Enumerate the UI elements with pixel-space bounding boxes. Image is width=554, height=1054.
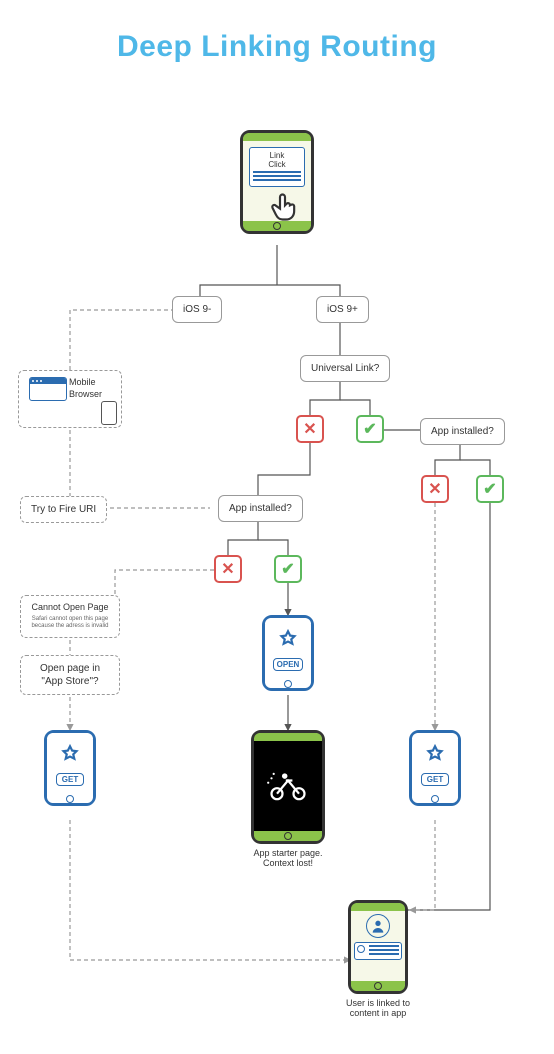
app-installed-right-no: ✕ <box>421 475 449 503</box>
user-icon <box>370 918 386 934</box>
node-app-installed-mid: App installed? <box>218 495 303 522</box>
linked-content-caption: User is linked to content in app <box>333 998 423 1018</box>
bike-icon <box>266 769 310 803</box>
node-fire-uri: Try to Fire URI <box>20 496 107 523</box>
app-installed-mid-no: ✕ <box>214 555 242 583</box>
starter-page-caption: App starter page. Context lost! <box>251 848 325 868</box>
node-cannot-open: Cannot Open Page Safari cannot open this… <box>20 595 120 638</box>
appstore-icon <box>57 743 83 769</box>
linked-content-phone: User is linked to content in app <box>348 900 408 1018</box>
node-open-appstore: Open page in "App Store"? <box>20 655 120 695</box>
hand-tap-icon <box>265 187 305 227</box>
node-universal-link: Universal Link? <box>300 355 390 382</box>
appstore-icon <box>275 628 301 654</box>
get-app-phone-left: GET <box>44 730 96 806</box>
universal-link-yes: ✔ <box>356 415 384 443</box>
app-installed-right-yes: ✔ <box>476 475 504 503</box>
node-mobile-browser: Mobile Browser <box>18 370 122 428</box>
starter-page-phone: App starter page. Context lost! <box>251 730 325 868</box>
link-click-label: Link Click <box>253 151 301 169</box>
get-app-phone-right: GET <box>409 730 461 806</box>
open-app-phone: OPEN <box>262 615 314 691</box>
node-ios-old: iOS 9- <box>172 296 222 323</box>
link-click-phone: Link Click <box>240 130 314 234</box>
node-ios-new: iOS 9+ <box>316 296 369 323</box>
universal-link-no: ✕ <box>296 415 324 443</box>
app-installed-mid-yes: ✔ <box>274 555 302 583</box>
phone-outline-icon <box>101 401 117 425</box>
page-title: Deep Linking Routing <box>0 30 554 64</box>
node-app-installed-right: App installed? <box>420 418 505 445</box>
appstore-icon <box>422 743 448 769</box>
